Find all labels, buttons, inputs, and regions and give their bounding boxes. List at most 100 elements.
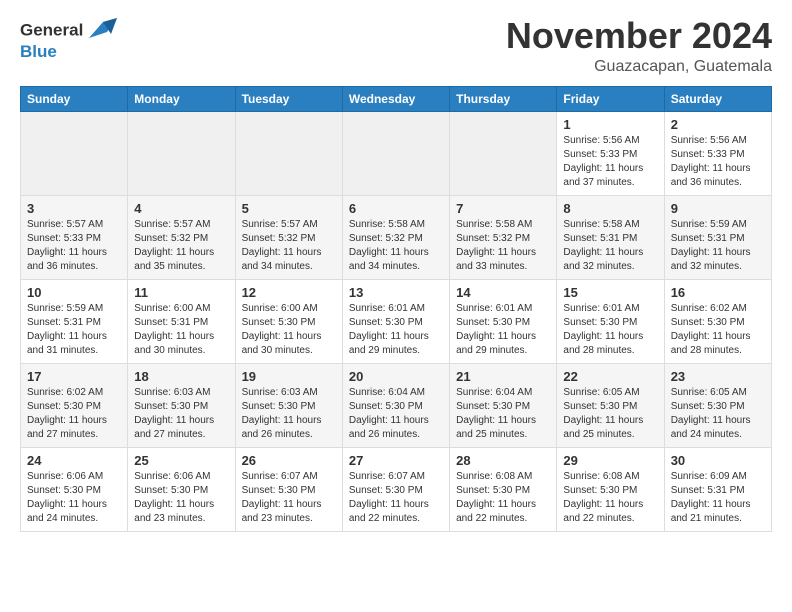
day-info: Sunrise: 5:56 AM Sunset: 5:33 PM Dayligh… <box>563 134 657 190</box>
calendar-day-cell <box>21 111 128 195</box>
col-tuesday: Tuesday <box>235 86 342 111</box>
calendar-day-cell: 24Sunrise: 6:06 AM Sunset: 5:30 PM Dayli… <box>21 447 128 531</box>
calendar-day-cell <box>128 111 235 195</box>
calendar-week-row: 1 Sunrise: 5:56 AM Sunset: 5:33 PM Daylig… <box>21 111 772 195</box>
day-info: Sunrise: 6:00 AM Sunset: 5:30 PM Dayligh… <box>242 302 336 358</box>
day-info: Sunrise: 6:07 AM Sunset: 5:30 PM Dayligh… <box>349 470 443 526</box>
day-info: Sunrise: 6:04 AM Sunset: 5:30 PM Dayligh… <box>456 386 550 442</box>
calendar-day-cell: 9 Sunrise: 5:59 AM Sunset: 5:31 PM Daylig… <box>664 195 771 279</box>
calendar-day-cell: 5 Sunrise: 5:57 AM Sunset: 5:32 PM Daylig… <box>235 195 342 279</box>
title-block: November 2024 Guazacapan, Guatemala <box>506 16 772 76</box>
calendar-day-cell: 7Sunrise: 5:58 AM Sunset: 5:32 PM Daylig… <box>450 195 557 279</box>
day-number: 21 <box>456 369 550 384</box>
day-info: Sunrise: 6:01 AM Sunset: 5:30 PM Dayligh… <box>563 302 657 358</box>
day-number: 16 <box>671 285 765 300</box>
col-friday: Friday <box>557 86 664 111</box>
day-number: 15 <box>563 285 657 300</box>
day-number: 10 <box>27 285 121 300</box>
day-number: 18 <box>134 369 228 384</box>
calendar-day-cell: 20 Sunrise: 6:04 AM Sunset: 5:30 PM Dayli… <box>342 363 449 447</box>
day-number: 30 <box>671 453 765 468</box>
calendar-day-cell: 19 Sunrise: 6:03 AM Sunset: 5:30 PM Dayli… <box>235 363 342 447</box>
day-info: Sunrise: 5:57 AM Sunset: 5:33 PM Dayligh… <box>27 218 121 274</box>
day-info: Sunrise: 6:07 AM Sunset: 5:30 PM Dayligh… <box>242 470 336 526</box>
day-number: 7 <box>456 201 550 216</box>
day-info: Sunrise: 5:59 AM Sunset: 5:31 PM Dayligh… <box>671 218 765 274</box>
calendar-day-cell: 4 Sunrise: 5:57 AM Sunset: 5:32 PM Daylig… <box>128 195 235 279</box>
calendar-day-cell: 1 Sunrise: 5:56 AM Sunset: 5:33 PM Daylig… <box>557 111 664 195</box>
day-info: Sunrise: 6:08 AM Sunset: 5:30 PM Dayligh… <box>456 470 550 526</box>
day-info: Sunrise: 6:04 AM Sunset: 5:30 PM Dayligh… <box>349 386 443 442</box>
calendar-day-cell: 6Sunrise: 5:58 AM Sunset: 5:32 PM Daylig… <box>342 195 449 279</box>
page-subtitle: Guazacapan, Guatemala <box>506 58 772 76</box>
day-number: 4 <box>134 201 228 216</box>
day-number: 29 <box>563 453 657 468</box>
calendar-week-row: 17 Sunrise: 6:02 AM Sunset: 5:30 PM Dayli… <box>21 363 772 447</box>
calendar-week-row: 3 Sunrise: 5:57 AM Sunset: 5:33 PM Daylig… <box>21 195 772 279</box>
day-number: 20 <box>349 369 443 384</box>
calendar-day-cell: 21 Sunrise: 6:04 AM Sunset: 5:30 PM Dayli… <box>450 363 557 447</box>
calendar-day-cell: 22 Sunrise: 6:05 AM Sunset: 5:30 PM Dayli… <box>557 363 664 447</box>
calendar-table: Sunday Monday Tuesday Wednesday Thursday… <box>20 86 772 532</box>
day-number: 27 <box>349 453 443 468</box>
calendar-day-cell: 10 Sunrise: 5:59 AM Sunset: 5:31 PM Dayli… <box>21 279 128 363</box>
col-saturday: Saturday <box>664 86 771 111</box>
logo-text-blue: Blue <box>20 42 117 62</box>
day-info: Sunrise: 6:05 AM Sunset: 5:30 PM Dayligh… <box>671 386 765 442</box>
day-number: 26 <box>242 453 336 468</box>
day-number: 17 <box>27 369 121 384</box>
calendar-day-cell: 27 Sunrise: 6:07 AM Sunset: 5:30 PM Dayli… <box>342 447 449 531</box>
day-info: Sunrise: 5:57 AM Sunset: 5:32 PM Dayligh… <box>134 218 228 274</box>
calendar-day-cell: 15 Sunrise: 6:01 AM Sunset: 5:30 PM Dayli… <box>557 279 664 363</box>
calendar-day-cell: 8 Sunrise: 5:58 AM Sunset: 5:31 PM Daylig… <box>557 195 664 279</box>
day-info: Sunrise: 6:02 AM Sunset: 5:30 PM Dayligh… <box>27 386 121 442</box>
calendar-day-cell: 13Sunrise: 6:01 AM Sunset: 5:30 PM Dayli… <box>342 279 449 363</box>
day-info: Sunrise: 6:02 AM Sunset: 5:30 PM Dayligh… <box>671 302 765 358</box>
col-sunday: Sunday <box>21 86 128 111</box>
calendar-day-cell: 23 Sunrise: 6:05 AM Sunset: 5:30 PM Dayli… <box>664 363 771 447</box>
calendar-day-cell: 18 Sunrise: 6:03 AM Sunset: 5:30 PM Dayli… <box>128 363 235 447</box>
day-number: 11 <box>134 285 228 300</box>
calendar-day-cell: 28 Sunrise: 6:08 AM Sunset: 5:30 PM Dayli… <box>450 447 557 531</box>
day-number: 12 <box>242 285 336 300</box>
logo-text-general: General <box>20 20 83 39</box>
calendar-day-cell: 25Sunrise: 6:06 AM Sunset: 5:30 PM Dayli… <box>128 447 235 531</box>
day-number: 2 <box>671 117 765 132</box>
day-number: 5 <box>242 201 336 216</box>
day-number: 28 <box>456 453 550 468</box>
calendar-day-cell: 2 Sunrise: 5:56 AM Sunset: 5:33 PM Daylig… <box>664 111 771 195</box>
day-info: Sunrise: 6:03 AM Sunset: 5:30 PM Dayligh… <box>242 386 336 442</box>
day-info: Sunrise: 6:09 AM Sunset: 5:31 PM Dayligh… <box>671 470 765 526</box>
calendar-day-cell: 3 Sunrise: 5:57 AM Sunset: 5:33 PM Daylig… <box>21 195 128 279</box>
day-number: 23 <box>671 369 765 384</box>
day-number: 14 <box>456 285 550 300</box>
day-number: 1 <box>563 117 657 132</box>
calendar-day-cell: 14Sunrise: 6:01 AM Sunset: 5:30 PM Dayli… <box>450 279 557 363</box>
col-monday: Monday <box>128 86 235 111</box>
calendar-day-cell: 26 Sunrise: 6:07 AM Sunset: 5:30 PM Dayli… <box>235 447 342 531</box>
day-info: Sunrise: 5:57 AM Sunset: 5:32 PM Dayligh… <box>242 218 336 274</box>
day-number: 3 <box>27 201 121 216</box>
calendar-day-cell: 17 Sunrise: 6:02 AM Sunset: 5:30 PM Dayli… <box>21 363 128 447</box>
day-info: Sunrise: 6:05 AM Sunset: 5:30 PM Dayligh… <box>563 386 657 442</box>
logo: General Blue <box>20 20 117 62</box>
day-info: Sunrise: 5:59 AM Sunset: 5:31 PM Dayligh… <box>27 302 121 358</box>
day-info: Sunrise: 5:56 AM Sunset: 5:33 PM Dayligh… <box>671 134 765 190</box>
day-number: 9 <box>671 201 765 216</box>
calendar-week-row: 10 Sunrise: 5:59 AM Sunset: 5:31 PM Dayli… <box>21 279 772 363</box>
calendar-day-cell <box>450 111 557 195</box>
calendar-header-row: Sunday Monday Tuesday Wednesday Thursday… <box>21 86 772 111</box>
day-info: Sunrise: 6:00 AM Sunset: 5:31 PM Dayligh… <box>134 302 228 358</box>
day-info: Sunrise: 5:58 AM Sunset: 5:31 PM Dayligh… <box>563 218 657 274</box>
day-number: 19 <box>242 369 336 384</box>
day-info: Sunrise: 6:03 AM Sunset: 5:30 PM Dayligh… <box>134 386 228 442</box>
calendar-day-cell: 11 Sunrise: 6:00 AM Sunset: 5:31 PM Dayli… <box>128 279 235 363</box>
page-title: November 2024 <box>506 16 772 56</box>
calendar-day-cell: 30 Sunrise: 6:09 AM Sunset: 5:31 PM Dayli… <box>664 447 771 531</box>
day-info: Sunrise: 6:06 AM Sunset: 5:30 PM Dayligh… <box>27 470 121 526</box>
day-number: 25 <box>134 453 228 468</box>
day-number: 22 <box>563 369 657 384</box>
calendar-week-row: 24Sunrise: 6:06 AM Sunset: 5:30 PM Dayli… <box>21 447 772 531</box>
page: General Blue November 2024 Guazacapan, G… <box>0 0 792 612</box>
day-number: 8 <box>563 201 657 216</box>
